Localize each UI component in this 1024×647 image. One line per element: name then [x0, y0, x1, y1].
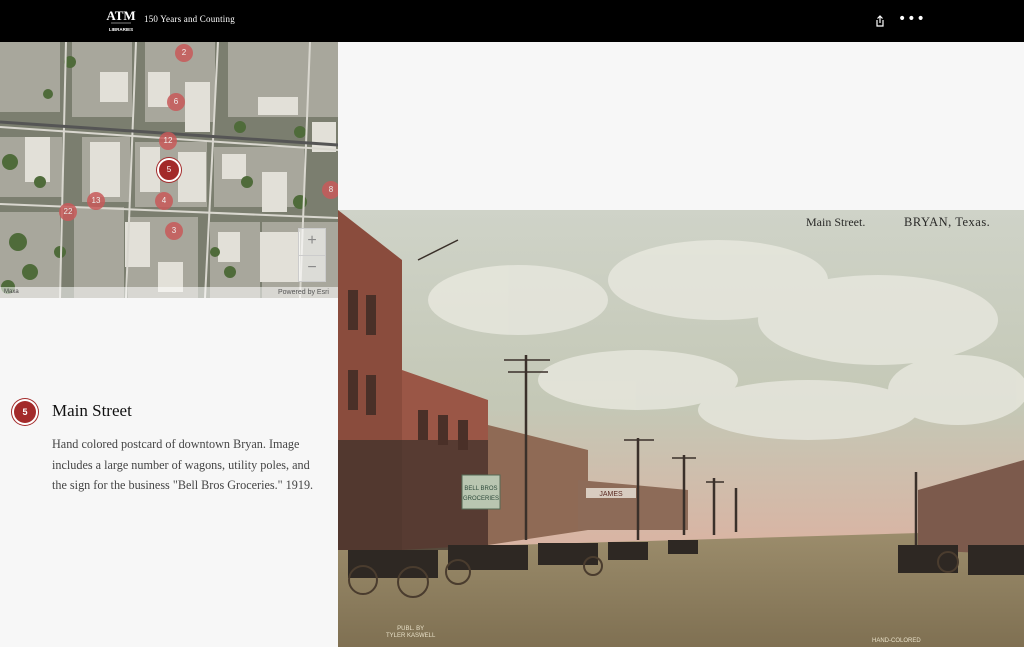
place-description: Hand colored postcard of downtown Bryan.…: [52, 437, 314, 493]
postcard-caption-right: BRYAN, Texas.: [904, 215, 991, 229]
top-bar: ATM LIBRARIES 150 Years and Counting •••: [0, 0, 1024, 42]
site-title[interactable]: 150 Years and Counting: [144, 14, 235, 24]
place-number-badge: 5: [14, 401, 36, 423]
map-marker-active[interactable]: 5: [157, 158, 181, 182]
zoom-out-button[interactable]: −: [299, 255, 325, 282]
postcard-image[interactable]: BELL BROS GROCERIES JAMES Main Street. B…: [338, 210, 1024, 647]
more-icon[interactable]: •••: [898, 12, 925, 29]
map-marker[interactable]: 3: [165, 222, 183, 240]
postcard-publisher: PUBL. BY TYLER KASWELL: [386, 626, 436, 639]
esri-attribution[interactable]: Powered by Esri: [278, 289, 329, 296]
postcard-artwork: BELL BROS GROCERIES JAMES: [338, 210, 1024, 647]
place-title: Main Street: [52, 401, 132, 420]
map-marker[interactable]: 4: [155, 192, 173, 210]
map-attribution: Maxa: [4, 289, 19, 295]
map-marker[interactable]: 22: [59, 203, 77, 221]
map-marker[interactable]: 8: [322, 181, 338, 199]
map-marker[interactable]: 13: [87, 192, 105, 210]
svg-text:GROCERIES: GROCERIES: [463, 496, 499, 502]
blank-area: [338, 42, 1024, 210]
map-marker[interactable]: 2: [175, 44, 193, 62]
postcard-caption-left: Main Street.: [806, 215, 866, 229]
svg-text:BELL BROS: BELL BROS: [464, 486, 497, 492]
map-marker[interactable]: 6: [167, 93, 185, 111]
zoom-in-button[interactable]: +: [299, 229, 325, 255]
svg-text:LIBRARIES: LIBRARIES: [109, 27, 133, 32]
svg-text:JAMES: JAMES: [599, 491, 623, 498]
zoom-control: + −: [298, 228, 326, 282]
map-view[interactable]: 2 6 12 5 8 13 22 4 3 + −: [0, 42, 338, 298]
tamu-libraries-logo[interactable]: ATM LIBRARIES: [106, 7, 136, 35]
postcard-hand-colored: HAND-COLORED: [872, 638, 921, 644]
map-marker[interactable]: 12: [159, 132, 177, 150]
share-icon[interactable]: [873, 14, 887, 28]
svg-text:ATM: ATM: [106, 8, 135, 23]
